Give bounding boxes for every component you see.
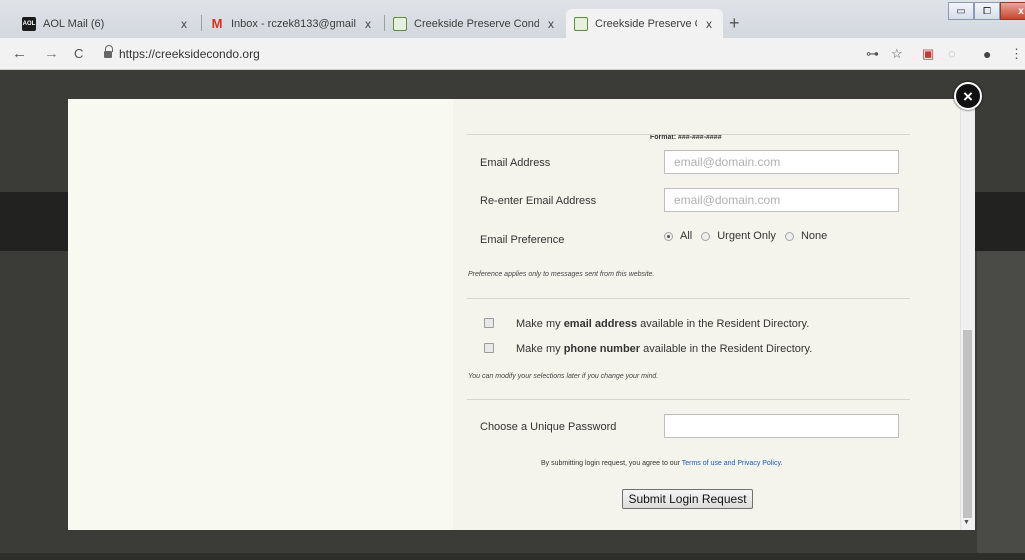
creekside-favicon-icon xyxy=(574,16,588,31)
terms-link[interactable]: Terms of use and Privacy Policy xyxy=(682,460,781,467)
pref-urgent-radio[interactable] xyxy=(701,231,711,241)
terms-text: By submitting login request, you agree t… xyxy=(541,460,783,467)
password-input[interactable] xyxy=(664,414,899,438)
tab-title: Creekside Preserve Condominium xyxy=(414,17,539,30)
modal-left-panel xyxy=(68,99,453,530)
bookmark-star-icon[interactable]: ☆ xyxy=(891,46,903,62)
divider xyxy=(467,134,910,135)
modal-close-button[interactable]: × xyxy=(954,82,982,110)
tab-creekside-1[interactable]: Creekside Preserve Condominium x xyxy=(385,9,565,38)
tab-title: Inbox - rczek8133@gmail.com - xyxy=(231,17,356,30)
minimize-button[interactable]: ▭ xyxy=(948,2,974,20)
reemail-label: Re-enter Email Address xyxy=(480,195,597,207)
aol-favicon-icon: AOL xyxy=(22,16,36,31)
key-icon[interactable]: ⊶ xyxy=(866,46,879,62)
password-label: Choose a Unique Password xyxy=(480,421,617,433)
gmail-favicon-icon: M xyxy=(211,16,223,31)
new-tab-button[interactable]: + xyxy=(729,14,740,32)
pref-all-label: All xyxy=(680,230,693,242)
page-right-panel xyxy=(977,251,1025,560)
profile-icon[interactable]: ● xyxy=(983,46,991,62)
modal-scrollbar-thumb[interactable] xyxy=(963,330,972,518)
pref-none-label: None xyxy=(800,230,828,242)
reemail-input[interactable] xyxy=(664,188,899,212)
tab-title: AOL Mail (6) xyxy=(43,17,105,30)
email-label: Email Address xyxy=(480,157,551,169)
menu-icon[interactable]: ⋮ xyxy=(1010,46,1023,62)
email-preference-group: All Urgent Only None xyxy=(664,230,836,242)
divider xyxy=(467,399,910,400)
back-arrow-icon[interactable]: ← xyxy=(12,45,27,62)
pref-all-radio[interactable] xyxy=(664,231,673,241)
tab-close-icon[interactable]: x xyxy=(362,17,374,31)
address-bar[interactable]: https://creeksidecondo.org xyxy=(119,47,260,61)
extension-shield-icon[interactable]: ▣ xyxy=(922,46,934,62)
scroll-down-arrow-icon[interactable]: ▼ xyxy=(963,519,970,526)
directory-phone-checkbox[interactable] xyxy=(484,343,494,353)
tab-close-icon[interactable]: x xyxy=(545,17,557,31)
directory-note: You can modify your selections later if … xyxy=(468,373,659,380)
tab-strip: AOL AOL Mail (6) x M Inbox - rczek8133@g… xyxy=(0,0,1025,38)
tab-title: Creekside Preserve Condominium xyxy=(595,17,697,30)
tab-creekside-active[interactable]: Creekside Preserve Condominium x xyxy=(566,9,723,38)
page-footer xyxy=(0,553,1025,560)
tab-close-icon[interactable]: x xyxy=(178,17,190,31)
divider xyxy=(467,298,910,299)
submit-login-request-button[interactable]: Submit Login Request xyxy=(622,489,753,509)
forward-arrow-icon[interactable]: → xyxy=(44,45,59,62)
phone-format-hint: Format: ###-###-#### xyxy=(650,134,722,141)
email-preference-label: Email Preference xyxy=(480,234,565,246)
maximize-button[interactable]: ⧠ xyxy=(974,2,1000,20)
email-input[interactable] xyxy=(664,150,899,174)
directory-email-checkbox[interactable] xyxy=(484,318,494,328)
pref-urgent-label: Urgent Only xyxy=(717,230,776,242)
directory-phone-label: Make my phone number available in the Re… xyxy=(516,343,813,355)
tab-aol-mail[interactable]: AOL AOL Mail (6) x xyxy=(14,9,198,38)
extension-circle-icon[interactable]: ◌ xyxy=(948,46,956,61)
pref-none-radio[interactable] xyxy=(784,231,794,241)
lock-icon xyxy=(104,45,113,58)
reload-icon[interactable]: C xyxy=(74,46,83,61)
browser-toolbar: ← → C https://creeksidecondo.org ⊶ ☆ ▣ ◌… xyxy=(0,38,1025,70)
creekside-favicon-icon xyxy=(393,16,407,31)
preference-note: Preference applies only to messages sent… xyxy=(468,271,655,278)
window-controls: ▭ ⧠ x xyxy=(948,2,1025,20)
directory-email-label: Make my email address available in the R… xyxy=(516,318,810,330)
tab-gmail-inbox[interactable]: M Inbox - rczek8133@gmail.com - x xyxy=(202,9,382,38)
tab-close-icon[interactable]: x xyxy=(703,17,715,31)
window-close-button[interactable]: x xyxy=(1000,2,1025,20)
